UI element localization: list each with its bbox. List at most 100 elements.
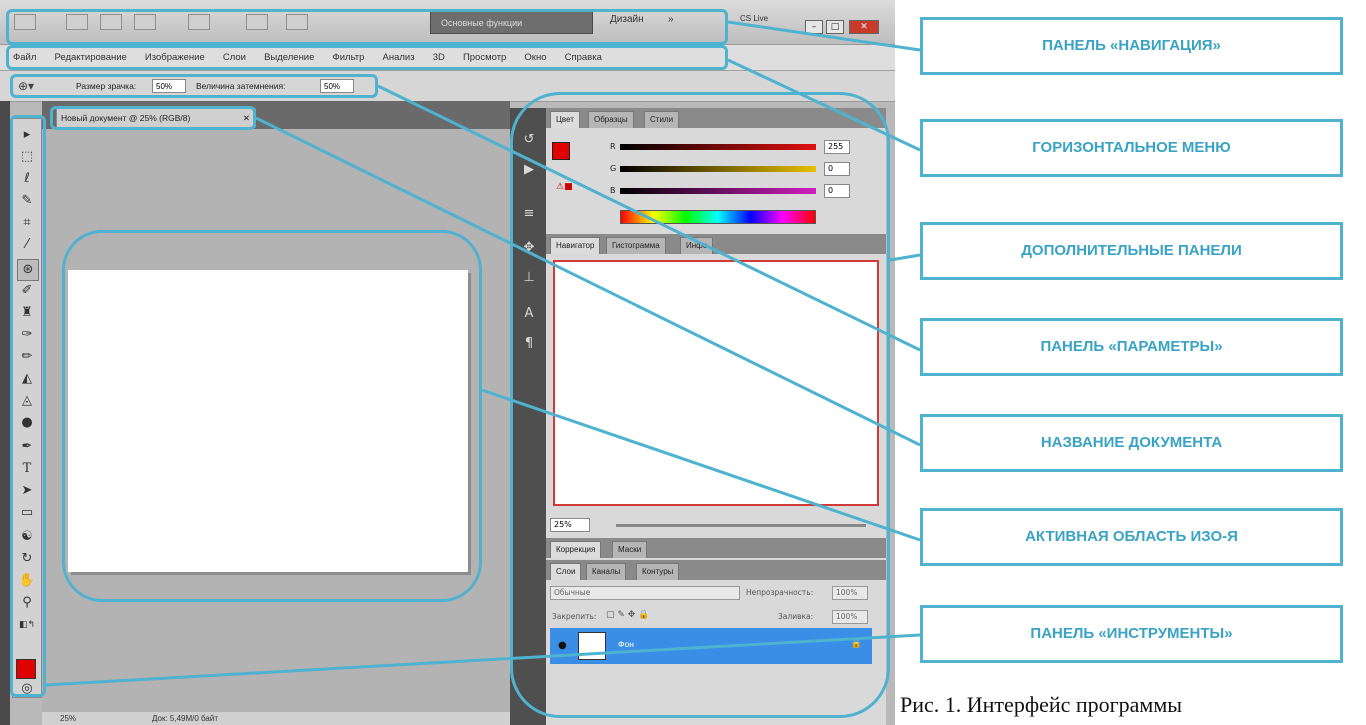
channel-b-slider[interactable] xyxy=(620,188,816,194)
color-spectrum-bar[interactable] xyxy=(620,210,816,224)
minimize-button[interactable]: – xyxy=(805,20,823,34)
tab-histogram[interactable]: Гистограмма xyxy=(606,237,666,254)
channel-b-value[interactable]: 0 xyxy=(824,184,850,198)
navigator-zoom-slider[interactable] xyxy=(616,524,866,527)
workspace-essentials-button[interactable]: Основные функции xyxy=(430,10,593,34)
workspace-more-button[interactable]: » xyxy=(668,14,674,25)
tab-navigator[interactable]: Навигатор xyxy=(550,237,601,254)
layer-row-background[interactable]: ● Фон 🔒 xyxy=(550,628,872,664)
view-extras-icon[interactable] xyxy=(134,14,156,30)
clone-source-panel-icon[interactable]: ✥ xyxy=(519,238,539,258)
tab-paths[interactable]: Контуры xyxy=(636,563,680,580)
maximize-button[interactable]: □ xyxy=(826,20,844,34)
opacity-input[interactable]: 100% xyxy=(832,586,868,600)
ps-logo-icon xyxy=(14,14,36,30)
lock-icons[interactable]: ▢ ✎ ✥ 🔒 xyxy=(606,610,649,620)
tab-channels[interactable]: Каналы xyxy=(586,563,627,580)
pupil-size-input[interactable]: 50% xyxy=(152,79,186,93)
menu-layers[interactable]: Слои xyxy=(223,45,246,71)
navigator-preview[interactable] xyxy=(553,260,879,506)
default-colors-icon[interactable]: ◧↰ xyxy=(17,615,37,635)
actions-panel-icon[interactable]: ▶ xyxy=(519,160,539,180)
3d-rotate-tool-icon[interactable]: ☯ xyxy=(17,527,37,547)
callout-image-area: АКТИВНАЯ ОБЛАСТЬ ИЗО-Я xyxy=(920,508,1343,566)
brushes-panel-icon[interactable]: ≡ xyxy=(519,204,539,224)
stamp-tool-icon[interactable]: ♜ xyxy=(17,303,37,323)
tab-adjustments[interactable]: Коррекция xyxy=(550,541,602,558)
paint-bucket-tool-icon[interactable]: ◭ xyxy=(17,369,37,389)
adjustments-panel-header: Коррекция Маски xyxy=(546,538,886,558)
channel-r-label: R xyxy=(610,142,616,151)
arrange-documents-icon[interactable] xyxy=(246,14,268,30)
tab-masks[interactable]: Маски xyxy=(612,541,648,558)
document-title-tab[interactable]: Новый документ @ 25% (RGB/8) ✕ xyxy=(56,108,256,128)
menu-filter[interactable]: Фильтр xyxy=(333,45,365,71)
darken-amount-input[interactable]: 50% xyxy=(320,79,354,93)
eraser-tool-icon[interactable]: ✏ xyxy=(17,347,37,367)
menu-edit[interactable]: Редактирование xyxy=(54,45,126,71)
eye-icon[interactable]: ● xyxy=(558,640,567,651)
cs-live-button[interactable]: CS Live xyxy=(740,14,768,23)
history-panel-icon[interactable]: ↺ xyxy=(519,130,539,150)
tab-layers[interactable]: Слои xyxy=(550,563,582,580)
gamut-warning-icon[interactable]: ⚠■ xyxy=(556,182,573,192)
channel-r-value[interactable]: 255 xyxy=(824,140,850,154)
layer-thumbnail xyxy=(578,632,606,660)
menu-select[interactable]: Выделение xyxy=(264,45,314,71)
navigator-zoom-input[interactable]: 25% xyxy=(550,518,590,532)
channel-g-value[interactable]: 0 xyxy=(824,162,850,176)
shape-tool-icon[interactable]: ▭ xyxy=(17,503,37,523)
tool-presets-panel-icon[interactable]: ⊥ xyxy=(519,268,539,288)
zoom-level-icon[interactable] xyxy=(188,14,210,30)
menu-help[interactable]: Справка xyxy=(565,45,602,71)
type-tool-icon[interactable]: T xyxy=(17,459,37,479)
fill-input[interactable]: 100% xyxy=(832,610,868,624)
screen-mode-icon[interactable] xyxy=(286,14,308,30)
character-panel-icon[interactable]: A xyxy=(519,304,539,324)
color-panel-foreground-swatch[interactable] xyxy=(552,142,570,160)
marquee-tool-icon[interactable]: ⬚ xyxy=(17,147,37,167)
3d-orbit-tool-icon[interactable]: ↻ xyxy=(17,549,37,569)
quick-select-tool-icon[interactable]: ✎ xyxy=(17,191,37,211)
dodge-tool-icon[interactable]: ● xyxy=(17,413,37,433)
move-tool-icon[interactable]: ▸ xyxy=(17,125,37,145)
tab-color[interactable]: Цвет xyxy=(550,111,580,128)
document-title: Новый документ @ 25% (RGB/8) xyxy=(61,113,191,123)
status-zoom[interactable]: 25% xyxy=(60,712,76,725)
foreground-color-swatch[interactable] xyxy=(16,659,36,679)
menu-file[interactable]: Файл xyxy=(13,45,36,71)
menu-analysis[interactable]: Анализ xyxy=(383,45,415,71)
quick-mask-icon[interactable]: ◎ xyxy=(17,679,37,699)
zoom-tool-icon[interactable]: ⚲ xyxy=(17,593,37,613)
workspace-label: Основные функции xyxy=(441,18,523,28)
blur-tool-icon[interactable]: ◬ xyxy=(17,391,37,411)
close-button[interactable]: ✕ xyxy=(849,20,879,34)
red-eye-tool-icon[interactable]: ⊛ xyxy=(17,259,39,281)
channel-r-slider[interactable] xyxy=(620,144,816,150)
lasso-tool-icon[interactable]: ℓ xyxy=(17,169,37,189)
brush-tool-icon[interactable]: ✐ xyxy=(17,281,37,301)
mini-bridge-icon[interactable] xyxy=(100,14,122,30)
document-close-icon[interactable]: ✕ xyxy=(243,109,250,127)
channel-g-slider[interactable] xyxy=(620,166,816,172)
menu-image[interactable]: Изображение xyxy=(145,45,205,71)
tab-info[interactable]: Инфо xyxy=(680,237,714,254)
pen-tool-icon[interactable]: ✒ xyxy=(17,437,37,457)
bridge-icon[interactable] xyxy=(66,14,88,30)
menu-3d[interactable]: 3D xyxy=(433,45,445,71)
path-select-tool-icon[interactable]: ➤ xyxy=(17,481,37,501)
red-eye-tool-icon[interactable]: ⊕▾ xyxy=(18,79,34,93)
workspace-design-button[interactable]: Дизайн xyxy=(610,14,644,25)
eyedropper-tool-icon[interactable]: ⁄ xyxy=(17,235,37,255)
menu-view[interactable]: Просмотр xyxy=(463,45,506,71)
paragraph-panel-icon[interactable]: ¶ xyxy=(519,334,539,354)
tab-swatches[interactable]: Образцы xyxy=(588,111,634,128)
hand-tool-icon[interactable]: ✋ xyxy=(17,571,37,591)
menu-window[interactable]: Окно xyxy=(524,45,546,71)
crop-tool-icon[interactable]: ⌗ xyxy=(17,213,37,233)
active-image-area[interactable] xyxy=(68,270,468,572)
blend-mode-select[interactable]: Обычные xyxy=(550,586,740,600)
tab-styles[interactable]: Стили xyxy=(644,111,680,128)
history-brush-tool-icon[interactable]: ✑ xyxy=(17,325,37,345)
layers-panel-header: Слои Каналы Контуры xyxy=(546,560,886,580)
